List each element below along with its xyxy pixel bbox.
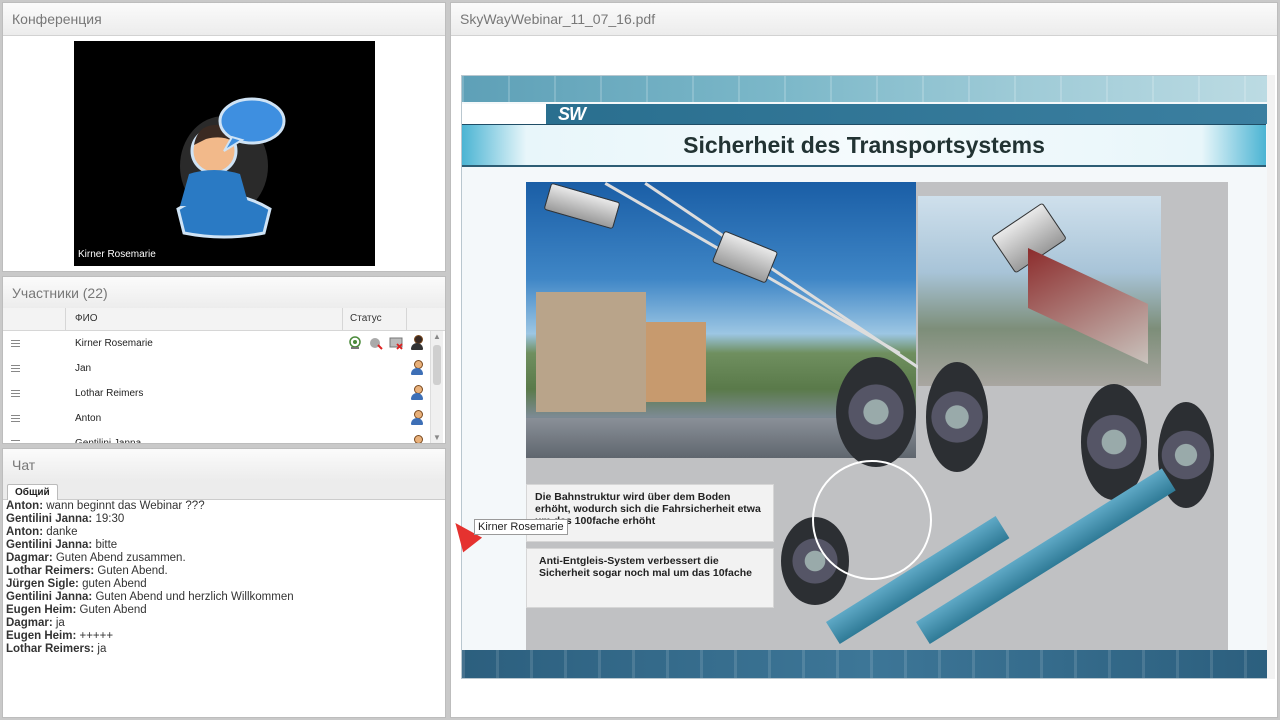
document-scrollbar[interactable] [1267, 75, 1275, 679]
pointer-label: Kirner Rosemarie [474, 519, 568, 535]
chat-message: Lothar Reimers: Guten Abend. [6, 565, 294, 578]
chat-message: Dagmar: ja [6, 617, 294, 630]
message-text: wann beginnt das Webinar ??? [46, 500, 205, 512]
user-role-icon [411, 435, 423, 443]
chat-message: Eugen Heim: +++++ [6, 630, 294, 643]
participant-name: Jan [75, 363, 92, 374]
video-window[interactable]: Kirner Rosemarie [74, 41, 375, 266]
drag-handle-icon[interactable] [11, 415, 20, 422]
message-author: Anton: [6, 500, 44, 512]
chat-message: Lothar Reimers: ja [6, 643, 294, 656]
participant-name: Lothar Reimers [75, 388, 144, 399]
chat-title: Чат [3, 449, 445, 482]
user-role-icon [411, 360, 423, 376]
message-author: Anton: [6, 526, 44, 538]
chat-message: Anton: danke [6, 526, 294, 539]
chat-message: Jürgen Sigle: guten Abend [6, 578, 294, 591]
message-text: danke [46, 526, 78, 538]
conference-panel: Конференция Kirner Rosemarie [2, 2, 446, 272]
detail-magnifier [812, 460, 932, 580]
user-role-icon [411, 385, 423, 401]
participants-title: Участники (22) [3, 277, 445, 310]
message-text: guten Abend [82, 578, 147, 590]
chat-message: Eugen Heim: Guten Abend [6, 604, 294, 617]
document-title: SkyWayWebinar_11_07_16.pdf [451, 3, 1277, 36]
skyway-logo: SW [558, 104, 586, 124]
message-text: bitte [95, 539, 118, 551]
chat-tabbar: Общий [3, 481, 445, 500]
message-author: Dagmar: [6, 552, 53, 564]
participants-scrollbar[interactable]: ▲ ▼ [430, 331, 443, 443]
chat-messages: Anton: wann beginnt das Webinar ??? Gent… [6, 500, 294, 656]
drag-handle-icon[interactable] [11, 365, 20, 372]
user-role-icon [411, 410, 423, 426]
participant-row[interactable]: Jan [3, 356, 429, 381]
message-author: Gentilini Janna: [6, 591, 93, 603]
user-speech-icon [176, 97, 286, 239]
slide-logo-bar: SW [462, 104, 1268, 124]
message-text: Guten Abend. [97, 565, 168, 577]
message-text: 19:30 [95, 513, 125, 525]
participant-row[interactable]: Anton [3, 406, 429, 431]
message-author: Lothar Reimers: [6, 643, 95, 655]
col-header-status[interactable]: Статус [350, 308, 382, 330]
message-author: Dagmar: [6, 617, 53, 629]
slide-title-bar: Sicherheit des Transportsystems [462, 124, 1266, 167]
message-author: Eugen Heim: [6, 604, 77, 616]
microphone-icon[interactable] [369, 336, 383, 350]
participant-row[interactable]: Lothar Reimers [3, 381, 429, 406]
message-text: ja [55, 617, 65, 629]
chat-panel: Чат Общий Anton: wann beginnt das Webina… [2, 448, 446, 718]
message-author: Jürgen Sigle: [6, 578, 79, 590]
scroll-down-icon[interactable]: ▼ [433, 433, 441, 442]
participant-name: Anton [75, 413, 102, 424]
message-text: Guten Abend [79, 604, 147, 616]
slide-callout-2: Anti-Entgleis-System verbessert die Sich… [526, 548, 774, 608]
station-photo [918, 196, 1161, 386]
chat-message: Dagmar: Guten Abend zusammen. [6, 552, 294, 565]
scroll-thumb[interactable] [433, 345, 441, 385]
slide-heading: Sicherheit des Transportsystems [683, 132, 1045, 158]
pdf-slide[interactable]: SW Sicherheit des Transportsystems Die B… [461, 75, 1269, 679]
webcam-icon[interactable] [348, 336, 362, 350]
message-author: Eugen Heim: [6, 630, 77, 642]
user-role-icon [411, 335, 423, 351]
chat-message: Gentilini Janna: bitte [6, 539, 294, 552]
participant-row[interactable]: Gentilini Janna [3, 431, 429, 444]
participants-table-header: ФИО Статус [3, 308, 445, 331]
wheel-illustration [836, 357, 916, 467]
message-text: Guten Abend und herzlich Willkommen [95, 591, 294, 603]
participant-name: Gentilini Janna [75, 438, 142, 444]
drag-handle-icon[interactable] [11, 340, 20, 347]
participant-name: Kirner Rosemarie [75, 338, 153, 349]
video-participant-name: Kirner Rosemarie [78, 249, 156, 260]
participants-panel: Участники (22) ФИО Статус Kirner Rosemar… [2, 276, 446, 444]
chat-message: Anton: wann beginnt das Webinar ??? [6, 500, 294, 513]
slide-footer-band [462, 650, 1268, 678]
slide-figure: Die Bahnstruktur wird über dem Boden erh… [526, 182, 1228, 652]
drag-handle-icon[interactable] [11, 440, 20, 443]
message-text: Guten Abend zusammen. [55, 552, 186, 564]
col-header-name[interactable]: ФИО [75, 308, 98, 330]
message-text: ja [97, 643, 107, 655]
chat-message: Gentilini Janna: Guten Abend und herzlic… [6, 591, 294, 604]
screen-share-icon[interactable] [389, 336, 403, 350]
conference-title: Конференция [3, 3, 445, 36]
chat-message: Gentilini Janna: 19:30 [6, 513, 294, 526]
tab-general[interactable]: Общий [7, 484, 58, 500]
message-author: Lothar Reimers: [6, 565, 95, 577]
drag-handle-icon[interactable] [11, 390, 20, 397]
participant-row[interactable]: Kirner Rosemarie [3, 331, 429, 356]
message-text: +++++ [79, 630, 114, 642]
scroll-up-icon[interactable]: ▲ [433, 332, 441, 341]
slide-header-band [462, 76, 1268, 102]
message-author: Gentilini Janna: [6, 539, 93, 551]
document-panel: SkyWayWebinar_11_07_16.pdf SW Sicherheit… [450, 2, 1278, 718]
message-author: Gentilini Janna: [6, 513, 93, 525]
